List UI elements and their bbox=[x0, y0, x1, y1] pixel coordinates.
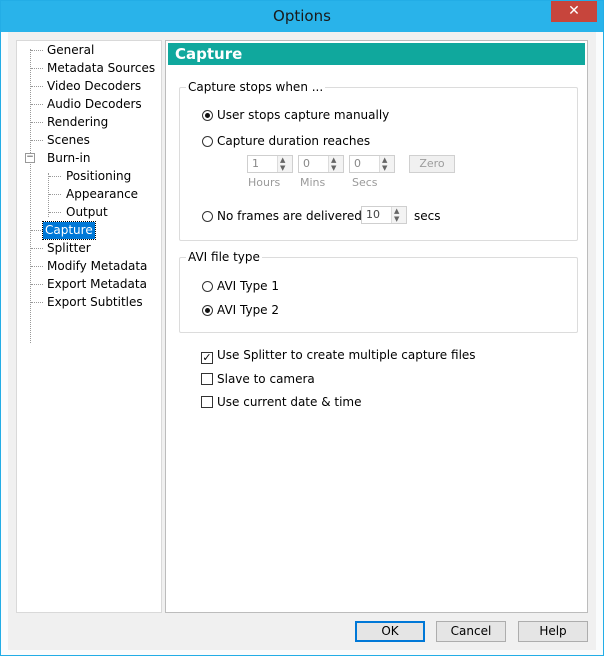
collapse-icon[interactable]: − bbox=[25, 153, 35, 163]
dialog-client: − General Metadata Sources Video Decoder… bbox=[8, 32, 596, 650]
tree-connector bbox=[30, 49, 32, 343]
radio-icon bbox=[202, 136, 213, 147]
tree-item-burn-in[interactable]: Burn-in bbox=[45, 150, 92, 167]
spin-up-icon: ▲ bbox=[331, 156, 337, 164]
radio-selected-icon bbox=[202, 110, 213, 121]
tree-connector bbox=[49, 194, 61, 196]
no-frames-spinner[interactable]: 10 ▲ ▼ bbox=[361, 206, 407, 224]
tree-item-export-metadata[interactable]: Export Metadata bbox=[45, 276, 149, 293]
spin-down-icon: ▼ bbox=[331, 164, 337, 172]
radio-avi-type-2[interactable]: AVI Type 2 bbox=[202, 302, 279, 318]
tree-connector bbox=[31, 140, 43, 142]
checkbox-icon bbox=[201, 396, 213, 408]
spin-up-icon: ▲ bbox=[280, 156, 286, 164]
tree-connector bbox=[31, 104, 43, 106]
radio-user-stops[interactable]: User stops capture manually bbox=[202, 107, 389, 123]
spin-down-icon: ▼ bbox=[394, 215, 400, 223]
avi-type-group: AVI file type AVI Type 1 AVI Type 2 bbox=[179, 250, 578, 333]
title-bar: Options ✕ bbox=[1, 1, 603, 32]
capture-stops-group: Capture stops when ... User stops captur… bbox=[179, 80, 578, 241]
options-tree[interactable]: − General Metadata Sources Video Decoder… bbox=[16, 40, 162, 613]
tree-connector bbox=[31, 50, 43, 52]
tree-item-positioning[interactable]: Positioning bbox=[64, 168, 133, 185]
capture-stops-label: Capture stops when ... bbox=[186, 80, 326, 94]
zero-button[interactable]: Zero bbox=[409, 155, 455, 173]
tree-connector bbox=[31, 230, 43, 232]
tree-item-video-decoders[interactable]: Video Decoders bbox=[45, 78, 143, 95]
tree-connector bbox=[49, 176, 61, 178]
tree-item-modify-metadata[interactable]: Modify Metadata bbox=[45, 258, 149, 275]
hours-label: Hours bbox=[248, 176, 281, 189]
tree-item-audio-decoders[interactable]: Audio Decoders bbox=[45, 96, 144, 113]
secs-spinner[interactable]: 0 ▲ ▼ bbox=[349, 155, 395, 173]
close-icon: ✕ bbox=[568, 3, 580, 19]
spin-up-icon: ▲ bbox=[394, 207, 400, 215]
radio-selected-icon bbox=[202, 305, 213, 316]
cancel-button[interactable]: Cancel bbox=[436, 621, 506, 642]
avi-type-label: AVI file type bbox=[186, 250, 262, 264]
spin-down-icon: ▼ bbox=[280, 164, 286, 172]
secs-label: Secs bbox=[352, 176, 378, 189]
radio-duration[interactable]: Capture duration reaches bbox=[202, 133, 370, 149]
hours-spinner[interactable]: 1 ▲ ▼ bbox=[247, 155, 293, 173]
tree-item-general[interactable]: General bbox=[45, 42, 96, 59]
mins-spinner[interactable]: 0 ▲ ▼ bbox=[298, 155, 344, 173]
radio-icon bbox=[202, 281, 213, 292]
tree-item-output[interactable]: Output bbox=[64, 204, 110, 221]
options-window: Options ✕ − General Metadata Sources Vid… bbox=[0, 0, 604, 656]
mins-label: Mins bbox=[300, 176, 326, 189]
checkbox-use-date-time[interactable]: Use current date & time bbox=[201, 394, 362, 410]
no-frames-unit: secs bbox=[414, 209, 441, 223]
checkbox-checked-icon: ✓ bbox=[201, 351, 213, 364]
tree-connector bbox=[31, 68, 43, 70]
help-button[interactable]: Help bbox=[518, 621, 588, 642]
tree-connector bbox=[31, 86, 43, 88]
tree-connector bbox=[31, 122, 43, 124]
close-button[interactable]: ✕ bbox=[551, 1, 597, 22]
spin-down-icon: ▼ bbox=[382, 164, 388, 172]
panel-title: Capture bbox=[168, 43, 585, 65]
tree-connector bbox=[31, 248, 43, 250]
capture-panel: Capture Capture stops when ... User stop… bbox=[165, 40, 588, 613]
tree-item-appearance[interactable]: Appearance bbox=[64, 186, 140, 203]
checkbox-use-splitter[interactable]: ✓ Use Splitter to create multiple capture… bbox=[201, 347, 476, 364]
ok-button[interactable]: OK bbox=[355, 621, 425, 642]
tree-connector bbox=[31, 284, 43, 286]
tree-item-scenes[interactable]: Scenes bbox=[45, 132, 92, 149]
tree-connector bbox=[49, 212, 61, 214]
tree-item-splitter[interactable]: Splitter bbox=[45, 240, 93, 257]
tree-item-export-subtitles[interactable]: Export Subtitles bbox=[45, 294, 145, 311]
checkbox-slave-to-camera[interactable]: Slave to camera bbox=[201, 371, 315, 387]
tree-item-metadata-sources[interactable]: Metadata Sources bbox=[45, 60, 157, 77]
tree-connector bbox=[31, 302, 43, 304]
checkbox-icon bbox=[201, 373, 213, 385]
tree-item-capture[interactable]: Capture bbox=[42, 221, 96, 240]
tree-item-rendering[interactable]: Rendering bbox=[45, 114, 110, 131]
window-title: Options bbox=[273, 7, 331, 25]
spin-up-icon: ▲ bbox=[382, 156, 388, 164]
radio-icon bbox=[202, 211, 213, 222]
radio-no-frames[interactable]: No frames are delivered for bbox=[202, 208, 382, 224]
radio-avi-type-1[interactable]: AVI Type 1 bbox=[202, 278, 279, 294]
tree-connector bbox=[31, 266, 43, 268]
